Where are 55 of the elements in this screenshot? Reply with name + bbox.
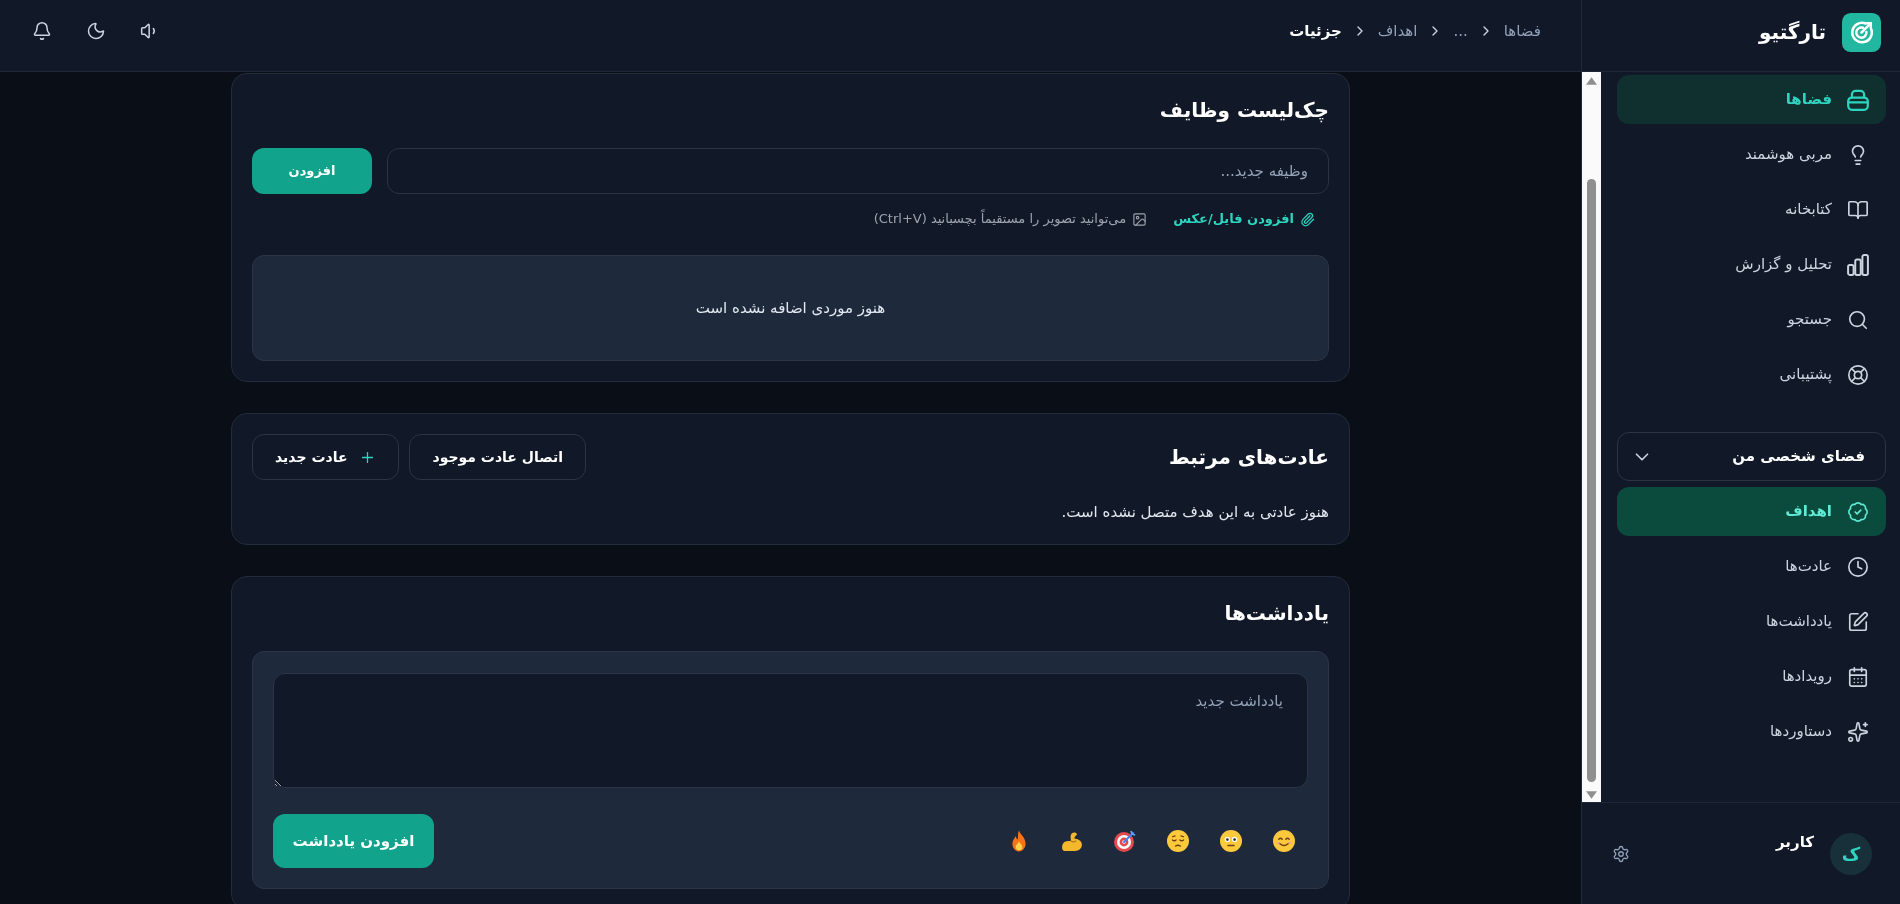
- task-input[interactable]: وظیفه جدید...: [387, 148, 1329, 194]
- card-title: عادت‌های مرتبط: [1168, 444, 1329, 471]
- scroll-down-arrow-icon[interactable]: [1586, 791, 1597, 799]
- nav-item[interactable]: تحلیل و گزارش: [1617, 240, 1886, 289]
- connect-habit-button[interactable]: اتصال عادت موجود: [409, 434, 587, 480]
- card-title: یادداشت‌ها: [1223, 600, 1329, 627]
- user-avatar[interactable]: ک: [1830, 832, 1872, 875]
- nav-item[interactable]: رویدادها: [1617, 652, 1886, 701]
- brand-name: تارگتیو: [1758, 19, 1826, 46]
- badge-check-icon: [1847, 500, 1869, 523]
- image-icon: [1132, 211, 1148, 227]
- nav-item[interactable]: کتابخانه: [1617, 185, 1886, 234]
- neutral-face-icon[interactable]: [1220, 830, 1242, 852]
- breadcrumb-link[interactable]: ...: [1453, 19, 1468, 43]
- sparkles-icon: [1847, 720, 1869, 743]
- nav-item[interactable]: جستجو: [1617, 295, 1886, 344]
- empty-message: هنوز موردی اضافه نشده است: [695, 297, 886, 319]
- notification-bell-icon[interactable]: [32, 21, 52, 41]
- nav-item[interactable]: پشتیبانی: [1617, 350, 1886, 399]
- lifebuoy-icon: [1847, 363, 1869, 386]
- settings-icon[interactable]: [1612, 844, 1630, 863]
- moon-icon[interactable]: [86, 21, 106, 41]
- breadcrumb-current: جزئیات: [1289, 20, 1342, 42]
- user-name: کاربر: [1776, 832, 1814, 854]
- calendar-icon: [1847, 665, 1869, 688]
- scrollbar[interactable]: [1582, 72, 1601, 802]
- dart-target-icon[interactable]: [1114, 830, 1136, 852]
- nav-item[interactable]: مربی هوشمند: [1617, 130, 1886, 179]
- attach-file-link[interactable]: افزودن فایل/عکس: [1173, 209, 1315, 229]
- note-textarea[interactable]: یادداشت جدید: [273, 673, 1308, 788]
- search-icon: [1847, 308, 1869, 331]
- empty-message: هنوز عادتی به این هدف متصل نشده است.: [1060, 502, 1329, 522]
- scroll-up-arrow-icon[interactable]: [1586, 77, 1597, 85]
- pen-square-icon: [1847, 610, 1869, 633]
- nav-item[interactable]: فضاها: [1617, 75, 1886, 124]
- breadcrumb-link[interactable]: اهداف: [1377, 19, 1418, 43]
- logo-icon: [1842, 12, 1881, 52]
- flexed-arm-icon[interactable]: [1061, 830, 1083, 852]
- card-title: چک‌لیست وظایف: [1158, 97, 1329, 124]
- stacked-box-icon: [1847, 88, 1869, 111]
- nav-item[interactable]: یادداشت‌ها: [1617, 597, 1886, 646]
- paperclip-icon: [1300, 211, 1315, 227]
- workspace-dropdown[interactable]: فضای شخصی من: [1617, 432, 1886, 481]
- new-habit-button[interactable]: عادت جدید: [252, 434, 400, 480]
- bar-chart-icon: [1847, 253, 1869, 276]
- nav-item[interactable]: اهداف: [1617, 487, 1886, 536]
- nav-item[interactable]: عادت‌ها: [1617, 542, 1886, 591]
- open-book-icon: [1847, 198, 1869, 221]
- paste-hint: می‌توانید تصویر را مستقیماً بچسبانید (Ctrl+V): [873, 209, 1127, 229]
- scrollbar-thumb[interactable]: [1587, 179, 1596, 782]
- nav-item[interactable]: دستاوردها: [1617, 707, 1886, 756]
- breadcrumb-link[interactable]: فضاها: [1503, 19, 1541, 43]
- pensive-face-icon[interactable]: [1167, 830, 1189, 852]
- clock-icon: [1847, 555, 1869, 578]
- smiling-face-icon[interactable]: [1273, 830, 1295, 852]
